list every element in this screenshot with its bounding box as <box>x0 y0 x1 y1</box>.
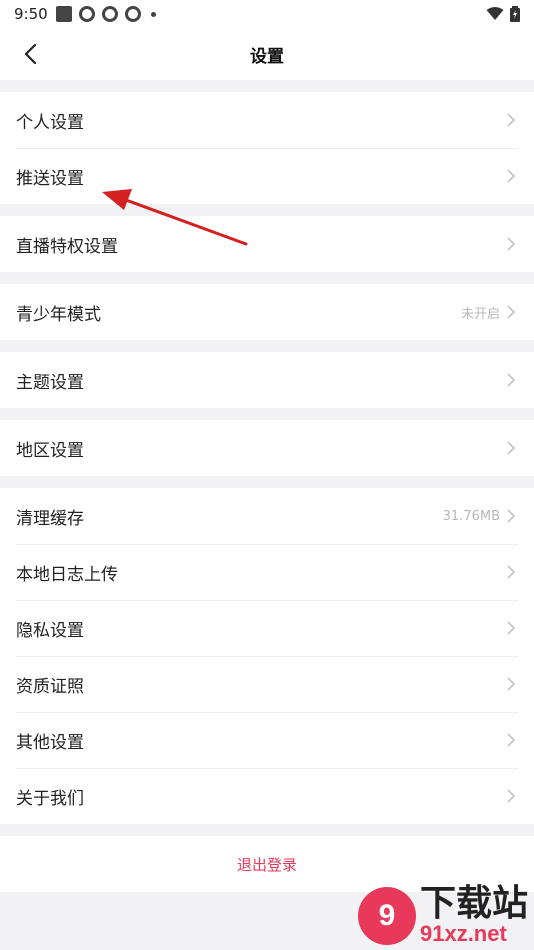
youth-mode-row[interactable]: 青少年模式 未开启 <box>0 284 534 340</box>
upload-local-log-row[interactable]: 本地日志上传 <box>0 544 534 600</box>
push-settings-row[interactable]: 推送设置 <box>0 148 534 204</box>
theme-settings-row[interactable]: 主题设置 <box>0 352 534 408</box>
settings-group-region: 地区设置 <box>0 420 534 476</box>
row-label: 隐私设置 <box>16 620 84 641</box>
row-label: 主题设置 <box>16 372 84 393</box>
watermark-logo: 9 <box>357 886 416 945</box>
about-us-row[interactable]: 关于我们 <box>0 768 534 824</box>
live-privilege-settings-row[interactable]: 直播特权设置 <box>0 216 534 272</box>
row-label: 资质证照 <box>16 676 84 697</box>
settings-group-misc: 清理缓存 31.76MB 本地日志上传 隐私设置 资质证照 其他设置 关于我们 <box>0 488 534 824</box>
cache-size: 31.76MB <box>442 508 500 524</box>
region-settings-row[interactable]: 地区设置 <box>0 420 534 476</box>
row-label: 推送设置 <box>16 168 84 189</box>
notification-app-icon <box>124 6 141 22</box>
chevron-right-icon <box>504 509 518 523</box>
notification-app-icon <box>78 6 95 22</box>
nav-bar: 设置 <box>0 28 534 80</box>
settings-group-theme: 主题设置 <box>0 352 534 408</box>
watermark-url: 91xz.net <box>419 920 507 946</box>
page-title: 设置 <box>250 46 284 67</box>
back-button[interactable] <box>14 38 46 70</box>
personal-settings-row[interactable]: 个人设置 <box>0 92 534 148</box>
more-notifications-dot-icon <box>150 11 156 17</box>
row-label: 地区设置 <box>16 440 84 461</box>
notification-app-icon <box>101 6 118 22</box>
chevron-right-icon <box>504 169 518 183</box>
row-label: 关于我们 <box>16 788 84 809</box>
chevron-right-icon <box>504 237 518 251</box>
licenses-row[interactable]: 资质证照 <box>0 656 534 712</box>
row-label: 青少年模式 <box>16 304 101 325</box>
status-bar: 9:50 <box>0 0 534 28</box>
settings-group-live: 直播特权设置 <box>0 216 534 272</box>
watermark: 9 下载站 91xz.net <box>357 882 528 946</box>
row-label: 其他设置 <box>16 732 84 753</box>
chevron-right-icon <box>504 621 518 635</box>
back-arrow-icon <box>24 43 37 65</box>
youth-mode-status: 未开启 <box>460 306 500 322</box>
logout-label: 退出登录 <box>236 855 297 874</box>
chevron-right-icon <box>504 565 518 579</box>
clear-cache-row[interactable]: 清理缓存 31.76MB <box>0 488 534 544</box>
chevron-right-icon <box>504 441 518 455</box>
settings-group-youth: 青少年模式 未开启 <box>0 284 534 340</box>
chevron-right-icon <box>504 677 518 691</box>
chevron-right-icon <box>504 305 518 319</box>
chevron-right-icon <box>504 373 518 387</box>
settings-group-account: 个人设置 推送设置 <box>0 92 534 204</box>
other-settings-row[interactable]: 其他设置 <box>0 712 534 768</box>
notification-square-icon <box>55 6 72 22</box>
row-label: 直播特权设置 <box>16 236 118 257</box>
battery-icon <box>510 6 520 22</box>
chevron-right-icon <box>504 733 518 747</box>
row-label: 清理缓存 <box>16 508 84 529</box>
wifi-icon <box>486 7 504 20</box>
chevron-right-icon <box>504 789 518 803</box>
row-label: 本地日志上传 <box>16 564 118 585</box>
status-time: 9:50 <box>14 5 48 23</box>
watermark-title: 下载站 <box>419 882 528 924</box>
privacy-settings-row[interactable]: 隐私设置 <box>0 600 534 656</box>
chevron-right-icon <box>504 113 518 127</box>
row-label: 个人设置 <box>16 112 84 133</box>
